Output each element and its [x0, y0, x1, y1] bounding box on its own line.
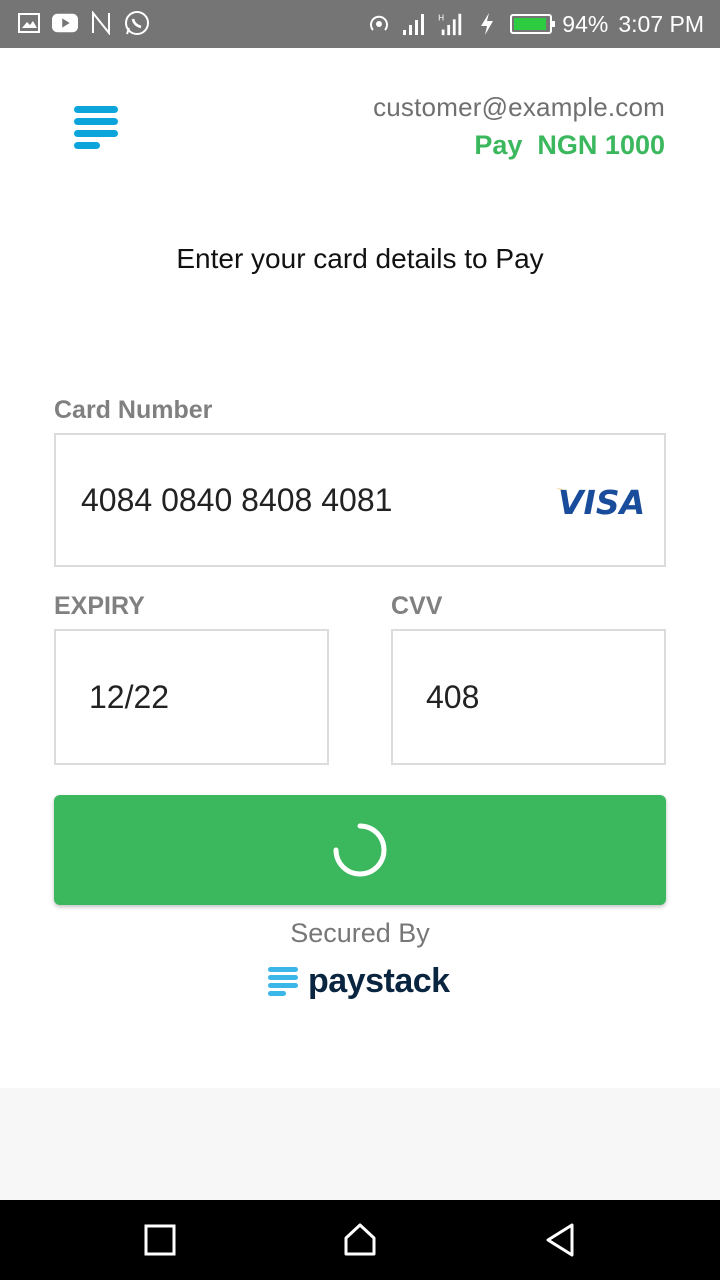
card-number-label: Card Number: [54, 396, 213, 424]
expiry-field[interactable]: 12/22: [54, 629, 329, 765]
n-app-icon: [88, 10, 114, 36]
home-icon: [344, 1223, 376, 1256]
expiry-label: EXPIRY: [54, 592, 145, 620]
svg-text:VISA: VISA: [558, 483, 644, 519]
whatsapp-icon: [124, 10, 150, 36]
cvv-label: CVV: [391, 592, 443, 620]
back-triangle-icon: [546, 1223, 574, 1257]
paystack-brand: paystack: [268, 962, 450, 1001]
navigation-bar: [0, 1200, 720, 1280]
recents-button[interactable]: [140, 1220, 180, 1260]
paystack-mark-icon: [268, 966, 298, 996]
paystack-wordmark: paystack: [308, 962, 450, 1000]
instruction-text: Enter your card details to Pay: [176, 243, 544, 274]
customer-email: customer@example.com: [373, 92, 665, 122]
expiry-value: 12/22: [89, 678, 170, 715]
square-icon: [144, 1224, 176, 1256]
spinner-icon: [333, 823, 387, 877]
cvv-field[interactable]: 408: [391, 629, 666, 765]
battery-icon: [510, 14, 556, 34]
data-signal-icon: H: [438, 11, 464, 37]
hotspot-icon: [366, 11, 392, 37]
pay-button[interactable]: [54, 795, 666, 905]
bottom-spacer: [0, 1088, 720, 1200]
youtube-icon: [52, 10, 78, 36]
gallery-icon: [16, 10, 42, 36]
signal-icon: [402, 11, 428, 37]
secured-by-text: Secured By: [290, 918, 430, 948]
back-button[interactable]: [540, 1220, 580, 1260]
card-number-field[interactable]: 4084 0840 8408 4081 VISA: [54, 433, 666, 567]
card-number-value: 4084 0840 8408 4081: [81, 481, 393, 518]
cvv-value: 408: [426, 678, 480, 715]
charging-icon: [474, 11, 500, 37]
battery-percent: 94%: [562, 10, 609, 37]
home-button[interactable]: [340, 1220, 380, 1260]
paystack-logo-icon: [74, 106, 118, 152]
visa-logo: VISA: [554, 483, 645, 522]
clock: 3:07 PM: [618, 10, 704, 37]
status-bar: H 94% 3:07 PM: [0, 0, 720, 48]
svg-text:H: H: [438, 12, 444, 22]
payment-amount: Pay NGN 1000: [474, 130, 665, 160]
